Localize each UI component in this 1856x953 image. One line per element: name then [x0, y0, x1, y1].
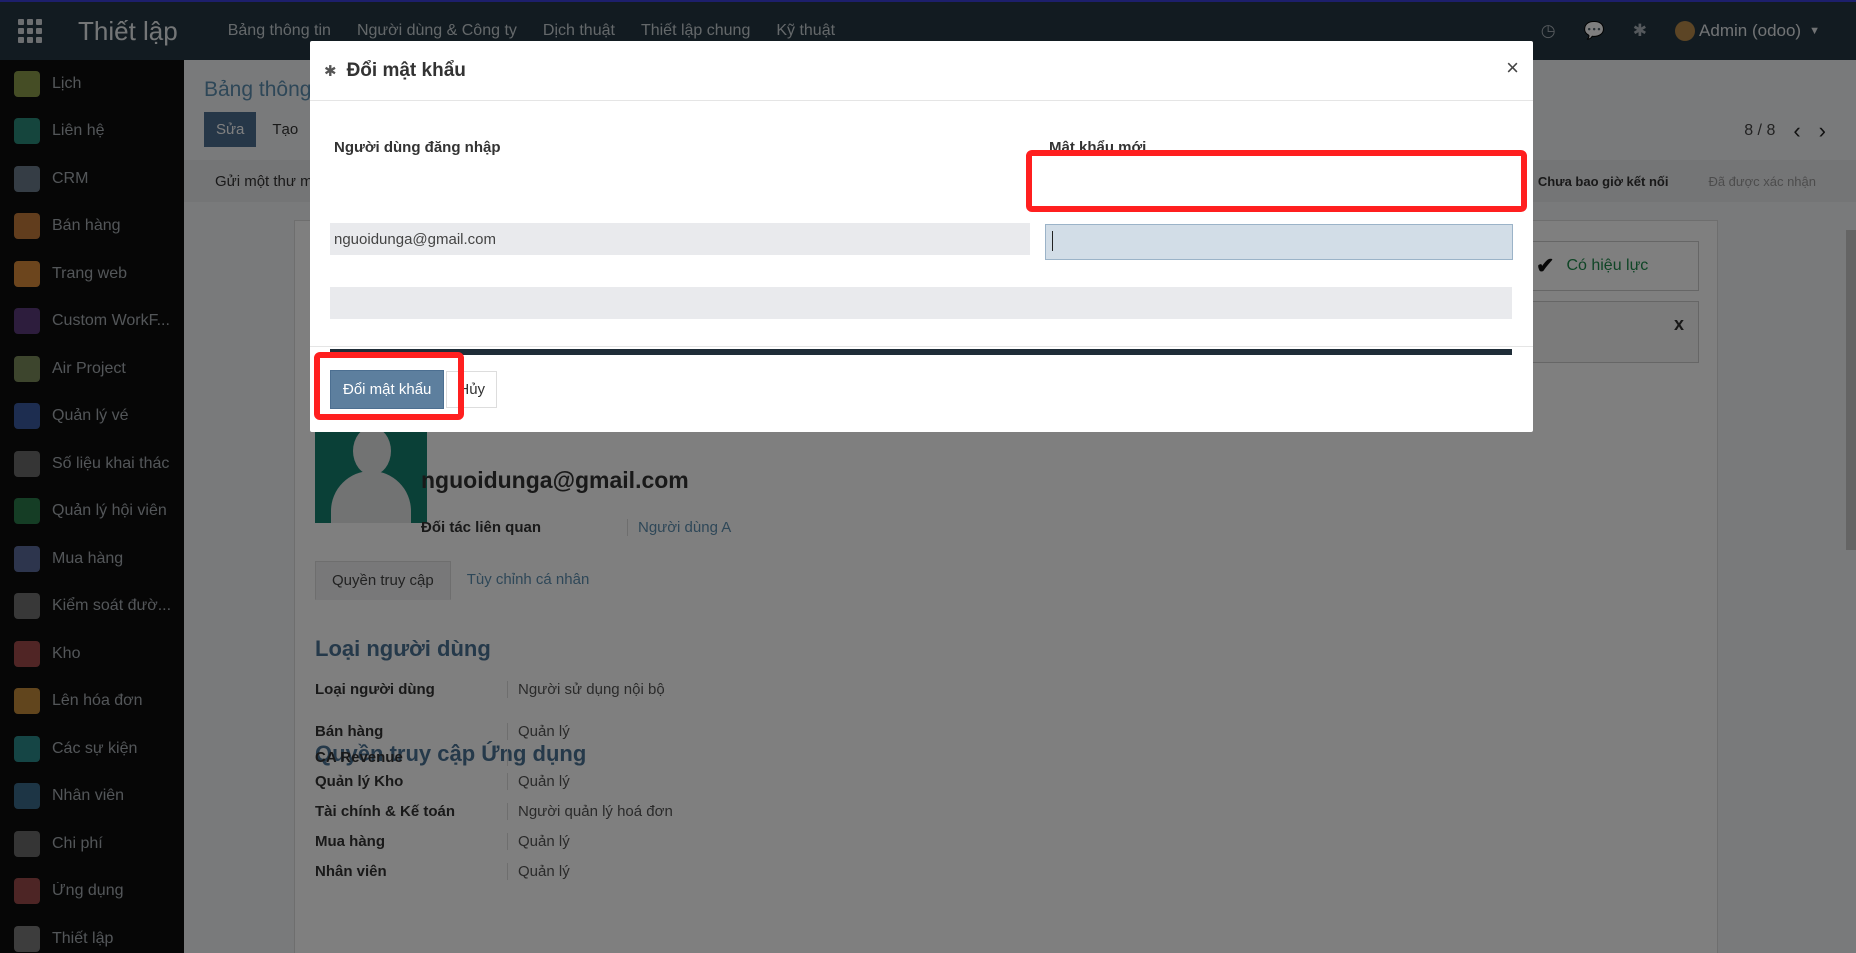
dialog-body: Người dùng đăng nhập Mật khẩu mới nguoid…: [310, 101, 1533, 355]
change-password-dialog: ✱ Đổi mật khẩu × Người dùng đăng nhập Mậ…: [310, 41, 1533, 432]
close-icon[interactable]: ×: [1506, 55, 1519, 81]
highlight-new-password: [1026, 150, 1527, 212]
login-cell: nguoidunga@gmail.com: [330, 223, 1030, 255]
dialog-footer: Đổi mật khẩu Hủy: [310, 347, 1533, 431]
dialog-title: Đổi mật khẩu: [346, 59, 466, 81]
login-column-header: Người dùng đăng nhập: [334, 139, 501, 156]
empty-row: [330, 287, 1512, 319]
dialog-header: ✱ Đổi mật khẩu ×: [310, 41, 1533, 101]
highlight-change-password-button: [314, 352, 464, 420]
text-cursor: [1052, 231, 1053, 251]
new-password-input[interactable]: [1045, 224, 1513, 260]
bug-icon: ✱: [324, 62, 337, 80]
